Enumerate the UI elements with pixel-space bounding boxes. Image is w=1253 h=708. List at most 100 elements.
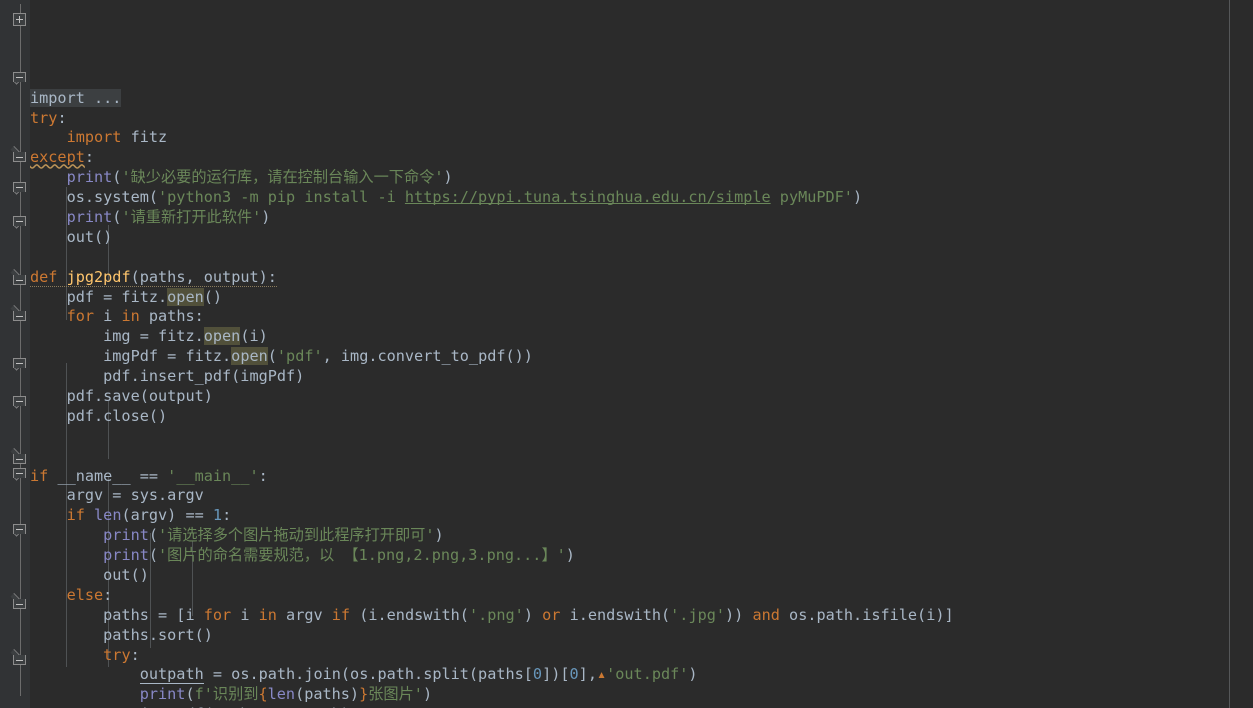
code-line[interactable]: outpath = os.path.join(os.path.split(pat… [30,665,1253,685]
code-line[interactable]: else: [30,586,1253,606]
code-token: ) [852,188,863,207]
fold-gutter[interactable] [0,0,30,708]
code-token: : [84,148,95,167]
code-token: ) [443,168,453,187]
code-token: )) [725,605,753,624]
code-token: = os.path.join(os.path.split(paths[ [203,665,533,684]
code-token: i.endswith( [560,605,671,624]
fold-collapse-icon[interactable] [13,72,28,87]
code-token: } [359,685,369,704]
code-line[interactable]: try: [30,109,1253,129]
fold-expand-icon[interactable] [13,13,28,28]
code-token: os.path.isfile(i)] [779,605,954,624]
code-token: ])[ [542,665,570,684]
code-token: len [94,506,122,525]
code-token: ) [565,546,575,565]
fold-region-end-icon[interactable] [10,648,28,665]
code-line[interactable]: def jpg2pdf(paths, output): [30,267,1253,288]
code-token: { [258,685,268,704]
code-token: ( [185,685,195,704]
code-token: ▴ [596,665,607,684]
code-token: '.png' [468,605,524,624]
weak-warning-underline: def jpg2pdf(paths, output): [30,267,277,287]
code-token: ( [267,347,277,366]
code-token: try [103,645,131,664]
code-line[interactable]: pdf.close() [30,407,1253,427]
fold-collapse-icon[interactable] [13,182,28,197]
code-line[interactable]: print('请选择多个图片拖动到此程序打开即可') [30,526,1253,546]
code-token: __name__ == [48,466,168,485]
fold-collapse-icon[interactable] [13,524,28,539]
code-token: ) [261,207,271,226]
fold-region-end-icon[interactable] [10,447,28,464]
code-line[interactable]: for i in paths: [30,307,1253,327]
code-token: out() [30,566,149,584]
fold-collapse-icon[interactable] [13,358,28,373]
code-token: : [57,108,67,127]
code-line[interactable]: except: [30,148,1253,168]
code-token: print [139,685,186,704]
code-token: , img.convert_to_pdf()) [322,347,533,366]
code-line[interactable]: out() [30,566,1253,586]
code-editor[interactable]: import ... try: import fitz except: print(… [0,0,1253,708]
fold-collapse-icon[interactable] [13,468,28,483]
code-line[interactable] [30,447,1253,467]
code-line[interactable]: import fitz [30,128,1253,148]
code-token: print [103,546,149,565]
code-line[interactable]: print('图片的命名需要规范，以 【1.png,2.png,3.png...… [30,546,1253,566]
code-line[interactable]: try: [30,646,1253,666]
code-token: print [103,526,149,545]
code-token: : [130,645,140,664]
code-line[interactable] [30,427,1253,447]
code-line[interactable]: if __name__ == '__main__': [30,467,1253,487]
code-lines[interactable]: import ... try: import fitz except: print(… [30,88,1253,708]
code-line[interactable]: out() [30,228,1253,248]
code-token: for [203,605,232,624]
code-line[interactable]: os.system('python3 -m pip install -i htt… [30,188,1253,208]
code-line[interactable]: argv = sys.argv [30,486,1253,506]
code-token: '.jpg' [670,605,726,624]
code-line[interactable]: print(f'识别到{len(paths)}张图片') [30,685,1253,705]
code-token: 'out.pdf' [606,665,689,684]
code-line[interactable]: print('请重新打开此软件') [30,208,1253,228]
fold-region-end-icon[interactable] [10,592,28,609]
code-line[interactable]: pdf.save(output) [30,387,1253,407]
code-token: (i) [240,327,268,346]
code-line[interactable]: paths = [i for i in argv if (i.endswith(… [30,606,1253,626]
code-line[interactable]: pdf = fitz.open() [30,287,1253,308]
code-line[interactable]: imgPdf = fitz.open('pdf', img.convert_to… [30,347,1253,367]
code-token: i [231,605,259,624]
code-line[interactable] [30,248,1253,268]
code-content[interactable]: import ... try: import fitz except: print(… [30,0,1253,708]
fold-region-end-icon[interactable] [10,304,28,321]
fold-collapse-icon[interactable] [13,396,28,411]
code-token: ) [688,665,698,684]
fold-region-end-icon[interactable] [10,268,28,285]
code-token: '缺少必要的运行库，请在控制台输入一下命令' [121,168,444,187]
code-token: f'识别到 [194,685,259,704]
code-token: (argv) == [121,506,213,525]
code-token: (paths) [295,685,360,704]
code-line[interactable]: pdf.insert_pdf(imgPdf) [30,367,1253,387]
code-token: else [66,585,104,604]
code-token: ( [148,526,159,545]
code-line[interactable]: img = fitz.open(i) [30,327,1253,347]
code-line[interactable]: paths.sort() [30,626,1253,646]
code-line[interactable]: print('缺少必要的运行库，请在控制台输入一下命令') [30,168,1253,188]
code-line[interactable]: import ... [30,88,1253,109]
code-token: jpg2pdf [66,267,131,286]
code-token: if [30,466,49,485]
code-token: fitz [121,128,168,147]
fold-collapse-icon[interactable] [13,216,28,231]
fold-region-end-icon[interactable] [10,145,28,162]
code-line[interactable]: if len(argv) == 1: [30,506,1253,526]
code-token: in [121,307,140,326]
code-token: or [542,605,561,624]
code-token: and [752,605,780,624]
code-token: 0 [569,665,579,684]
code-token: () [203,287,223,306]
